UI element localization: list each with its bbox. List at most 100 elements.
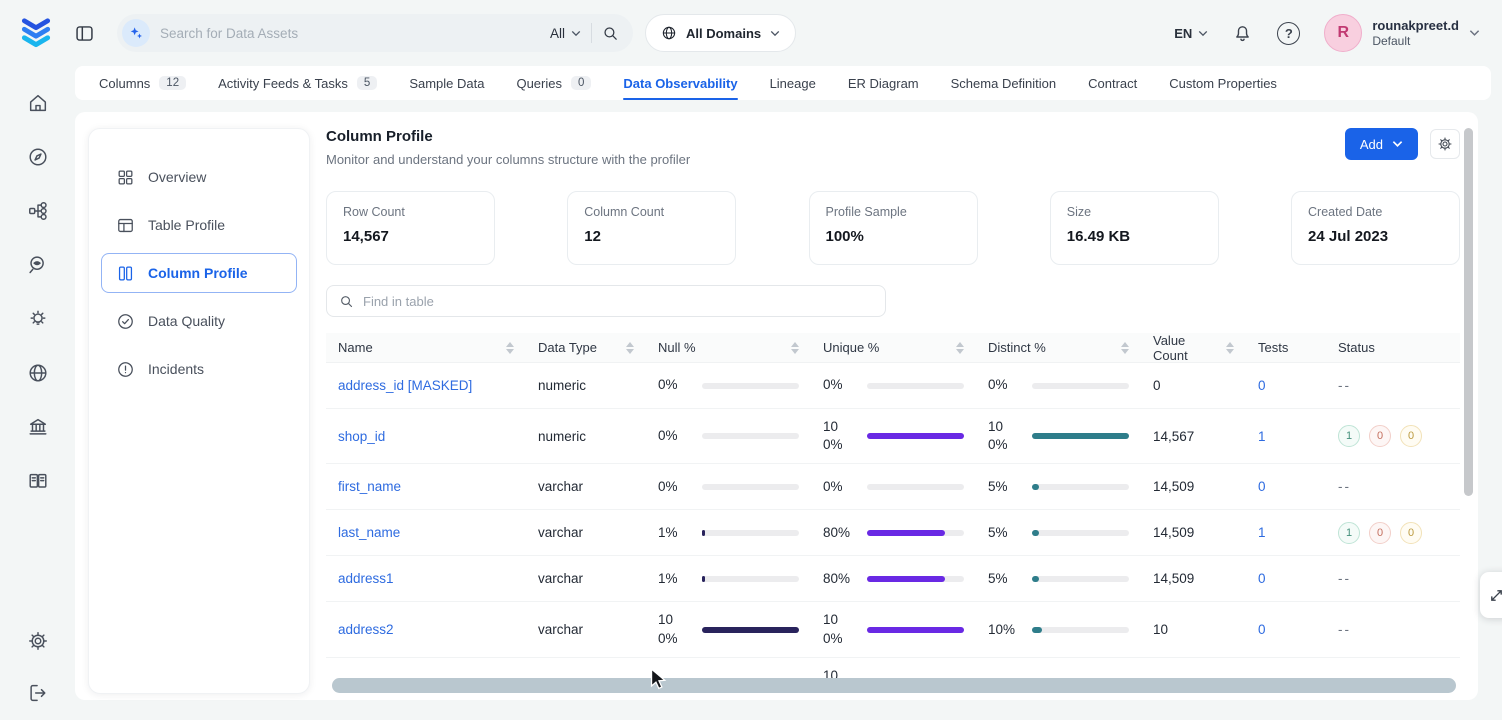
notifications-bell-icon[interactable] <box>1232 23 1253 44</box>
sidebar-item-data-quality[interactable]: Data Quality <box>101 301 297 341</box>
governance-icon[interactable] <box>27 416 49 438</box>
unique-cell: 0% <box>811 469 976 505</box>
knowledge-center-icon[interactable] <box>27 470 49 492</box>
find-in-table-input[interactable] <box>363 294 873 309</box>
tab-schema-definition[interactable]: Schema Definition <box>951 66 1057 100</box>
column-header-value-count[interactable]: Value Count <box>1141 333 1246 363</box>
expand-panel-button[interactable] <box>1480 572 1502 618</box>
sidebar-item-incidents[interactable]: Incidents <box>101 349 297 389</box>
column-header-label: Null % <box>658 340 696 355</box>
column-name-link[interactable]: shop_id <box>338 429 385 444</box>
tab-er-diagram[interactable]: ER Diagram <box>848 66 919 100</box>
tab-label: ER Diagram <box>848 76 919 91</box>
column-name-link[interactable]: first_name <box>338 479 401 494</box>
global-search-bar[interactable]: All <box>117 14 633 52</box>
tests-count-link[interactable]: 0 <box>1258 479 1266 494</box>
distinct-bar-fill <box>1032 627 1042 633</box>
name-cell: address1 <box>326 562 526 595</box>
sort-icon[interactable] <box>783 342 799 354</box>
top-bar: All All Domains EN ? R rounakpreet.d <box>0 0 1502 66</box>
search-icon[interactable] <box>602 25 619 42</box>
tab-data-observability[interactable]: Data Observability <box>623 66 737 100</box>
help-icon[interactable]: ? <box>1277 22 1300 45</box>
success-count-badge: 1 <box>1338 522 1360 544</box>
tab-lineage[interactable]: Lineage <box>770 66 816 100</box>
settings-icon[interactable] <box>27 630 49 652</box>
explore-icon[interactable] <box>27 146 49 168</box>
stat-card-column-count: Column Count12 <box>567 191 736 265</box>
sidebar-toggle-icon[interactable] <box>74 23 95 44</box>
table-body: address_id [MASKED]numeric0%0%0%00--shop… <box>326 363 1460 691</box>
tab-activity-feeds-tasks[interactable]: Activity Feeds & Tasks5 <box>218 66 377 100</box>
topology-icon[interactable] <box>27 200 49 222</box>
tab-label: Queries <box>516 76 562 91</box>
column-name-link[interactable]: address2 <box>338 622 394 637</box>
home-icon[interactable] <box>27 92 49 114</box>
user-profile-menu[interactable]: R rounakpreet.d Default <box>1324 14 1480 52</box>
sidebar-item-overview[interactable]: Overview <box>101 157 297 197</box>
table-search-bar[interactable] <box>326 285 886 317</box>
tab-count-badge: 0 <box>571 76 591 90</box>
sort-icon[interactable] <box>618 342 634 354</box>
sidebar-item-column-profile[interactable]: Column Profile <box>101 253 297 293</box>
sort-icon[interactable] <box>948 342 964 354</box>
tests-count-link[interactable]: 0 <box>1258 571 1266 586</box>
tab-label: Lineage <box>770 76 816 91</box>
search-icon <box>339 294 354 309</box>
column-header-label: Status <box>1338 340 1375 355</box>
column-name-link[interactable]: address_id [MASKED] <box>338 378 472 393</box>
table-row: address1varchar1%80%5%14,5090-- <box>326 556 1460 602</box>
null-value: 0% <box>658 376 692 394</box>
column-profile-table: NameData Type Null % Unique %Distinct %Val… <box>326 333 1460 691</box>
column-name-link[interactable]: last_name <box>338 525 400 540</box>
search-input[interactable] <box>160 26 540 41</box>
tab-sample-data[interactable]: Sample Data <box>409 66 484 100</box>
column-header-name[interactable]: Name <box>326 340 526 355</box>
horizontal-scrollbar-thumb[interactable] <box>332 678 1456 693</box>
stat-value: 14,567 <box>343 228 478 245</box>
tab-label: Schema Definition <box>951 76 1057 91</box>
table-icon <box>116 216 135 235</box>
sort-icon[interactable] <box>498 342 514 354</box>
search-scope-select[interactable]: All <box>550 26 581 41</box>
tests-count-link[interactable]: 0 <box>1258 622 1266 637</box>
sort-icon[interactable] <box>1113 342 1129 354</box>
null-bar-fill <box>702 627 799 633</box>
logout-icon[interactable] <box>27 682 49 704</box>
unique-bar-fill <box>867 530 945 536</box>
column-header-data-type[interactable]: Data Type <box>526 340 646 355</box>
tests-cell: 0 <box>1246 562 1326 595</box>
settings-button[interactable] <box>1430 129 1460 159</box>
sort-icon[interactable] <box>1218 342 1234 354</box>
app-logo-icon[interactable] <box>16 13 56 53</box>
status-cell: 100 <box>1326 513 1441 553</box>
ai-sparkle-icon[interactable] <box>122 19 150 47</box>
sidebar-item-label: Incidents <box>148 361 204 377</box>
domains-selector[interactable]: All Domains <box>645 14 796 52</box>
domains-icon[interactable] <box>27 362 49 384</box>
column-name-link[interactable]: address1 <box>338 571 394 586</box>
language-selector[interactable]: EN <box>1174 26 1208 41</box>
tab-custom-properties[interactable]: Custom Properties <box>1169 66 1277 100</box>
column-header-distinct[interactable]: Distinct % <box>976 340 1141 355</box>
tests-count-link[interactable]: 1 <box>1258 429 1266 444</box>
unique-bar <box>867 627 964 633</box>
tests-count-link[interactable]: 0 <box>1258 378 1266 393</box>
add-button[interactable]: Add <box>1345 128 1418 160</box>
tab-columns[interactable]: Columns12 <box>99 66 186 100</box>
column-header-unique[interactable]: Unique % <box>811 340 976 355</box>
tests-count-link[interactable]: 1 <box>1258 525 1266 540</box>
user-name: rounakpreet.d <box>1372 18 1459 33</box>
insights-icon[interactable] <box>27 308 49 330</box>
status-cell: -- <box>1326 613 1441 646</box>
distinct-bar <box>1032 576 1129 582</box>
sidebar-item-table-profile[interactable]: Table Profile <box>101 205 297 245</box>
column-header-null[interactable]: Null % <box>646 340 811 355</box>
vertical-scrollbar-thumb[interactable] <box>1464 128 1473 496</box>
unique-cell: 80% <box>811 561 976 597</box>
tab-queries[interactable]: Queries 0 <box>516 66 591 100</box>
observability-icon[interactable] <box>27 254 49 276</box>
tab-contract[interactable]: Contract <box>1088 66 1137 100</box>
distinct-value: 0% <box>988 376 1022 394</box>
chevron-down-icon <box>1469 29 1480 37</box>
